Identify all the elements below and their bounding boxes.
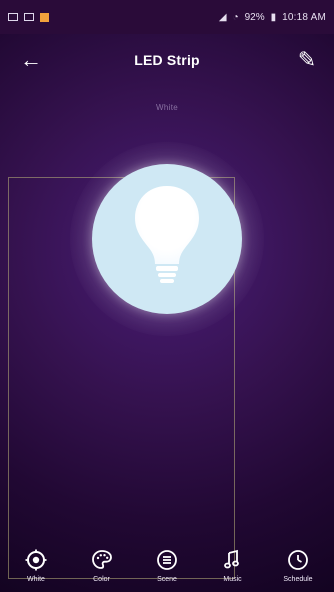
- edit-button[interactable]: ✎: [293, 46, 321, 74]
- white-mode-icon: [25, 549, 47, 571]
- top-bar: ← LED Strip ✎: [0, 38, 334, 82]
- nav-label-white: White: [27, 576, 45, 583]
- palette-icon: [91, 550, 112, 569]
- nav-label-color: Color: [93, 576, 110, 583]
- nav-label-scene: Scene: [157, 576, 177, 583]
- screen-icon: [8, 13, 18, 21]
- status-right: ◢ ◔ 92% ▮ 10:18 AM: [219, 12, 326, 23]
- nav-label-music: Music: [223, 576, 242, 583]
- bulb-toggle-button[interactable]: [92, 164, 242, 314]
- clock-icon: [288, 550, 308, 570]
- notification-icon: [40, 12, 49, 22]
- music-icon: [223, 549, 239, 569]
- battery-icon: ▮: [270, 11, 277, 23]
- image-icon: [24, 13, 34, 21]
- status-bar: ◢ ◔ 92% ▮ 10:18 AM: [0, 0, 334, 34]
- nav-label-schedule: Schedule: [283, 576, 313, 583]
- nav-item-schedule[interactable]: Schedule: [274, 548, 322, 592]
- pencil-icon: ✎: [297, 47, 317, 72]
- nav-item-white[interactable]: White: [12, 548, 60, 592]
- scene-icon: [157, 550, 177, 570]
- nav-item-color[interactable]: Color: [78, 548, 126, 592]
- back-button[interactable]: ←: [17, 46, 45, 74]
- status-left: [8, 12, 49, 22]
- bottom-nav: White Color Scene Music Schedule: [0, 548, 334, 592]
- signal-icon: ◢: [218, 11, 227, 23]
- back-arrow-icon: ←: [20, 47, 42, 72]
- nav-item-scene[interactable]: Scene: [143, 548, 191, 592]
- battery-percentage: 92%: [244, 11, 265, 23]
- nav-item-music[interactable]: Music: [209, 548, 257, 592]
- mode-label: White: [156, 103, 178, 112]
- page-title: LED Strip: [134, 52, 200, 68]
- status-time: 10:18 AM: [282, 11, 326, 23]
- wifi-icon: ◔: [232, 11, 239, 23]
- lightbulb-icon: [135, 186, 199, 283]
